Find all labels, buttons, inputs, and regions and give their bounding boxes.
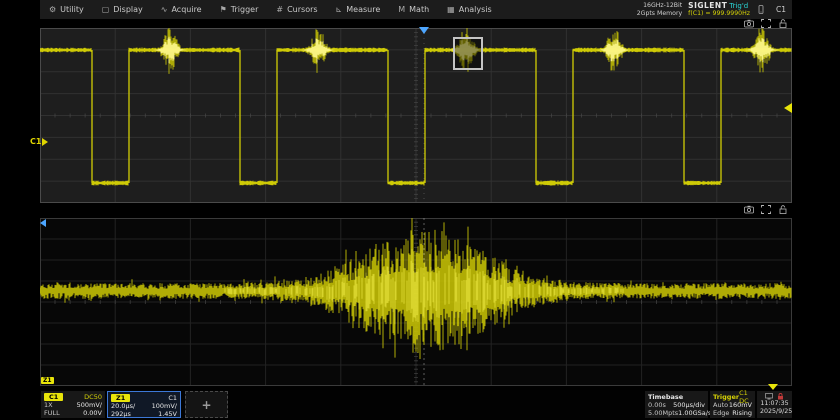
zoom-waveform-grid[interactable]: Z1 — [40, 218, 792, 386]
menu-cursors[interactable]: # Cursors — [267, 0, 326, 19]
timebase-points: 5.00Mpts — [648, 409, 678, 417]
menu-display-label: Display — [113, 5, 143, 14]
menu-bar: ⚙ Utility ▢Display ∿Acquire ⚑ Trigger # Cur… — [40, 0, 792, 19]
timebase-scale: 500µs/div — [673, 401, 705, 409]
clock-panel: 11:07:35 2025/9/25 — [757, 391, 792, 418]
system-memory: 2Gpts Memory — [637, 10, 682, 18]
expand-icon[interactable] — [761, 19, 771, 28]
math-icon: M — [398, 5, 405, 14]
menu-measure[interactable]: ⊾Measure — [327, 0, 390, 19]
channel1-coupling: DC50 — [84, 393, 102, 401]
security-lock-icon — [777, 393, 784, 400]
brand-logo: SIGLENT — [688, 2, 727, 10]
system-bandwidth: 16GHz-12Bit — [637, 2, 682, 10]
plus-icon: + — [201, 398, 211, 412]
right-triangle-icon — [42, 138, 48, 146]
trigger-level-indicator[interactable] — [784, 103, 792, 113]
camera-icon[interactable] — [744, 19, 754, 28]
channel1-offset: 0.00V — [83, 409, 102, 417]
menu-math-label: Math — [409, 5, 429, 14]
trigger-position-indicator[interactable] — [419, 27, 429, 34]
channel1-probe: 1X — [44, 401, 53, 409]
channel-offset-label: C1 — [30, 137, 41, 146]
oscilloscope-ui: ⚙ Utility ▢Display ∿Acquire ⚑ Trigger # Cur… — [0, 0, 840, 420]
camera-icon[interactable] — [744, 205, 754, 214]
network-icon — [765, 393, 773, 400]
clock-time: 11:07:35 — [760, 400, 789, 408]
menu-analysis-label: Analysis — [459, 5, 492, 14]
gear-icon: ⚙ — [49, 5, 56, 14]
channel1-bandwidth: FULL — [44, 409, 60, 417]
timebase-delay: 0.00s — [648, 401, 666, 409]
wave-icon: ∿ — [161, 5, 168, 14]
menu-math[interactable]: M Math — [389, 0, 438, 19]
channel-selector-button[interactable]: C1 — [772, 5, 790, 14]
zoom1-source: C1 — [168, 394, 177, 402]
channel1-badge: C1 — [44, 393, 63, 401]
trigger-panel[interactable]: Trigger C1 DC Auto160mV EdgeRising — [710, 391, 755, 418]
timebase-panel[interactable]: Timebase 0.00s 500µs/div 5.00Mpts1.00GSa/… — [645, 391, 708, 418]
channel1-scale: 500mV/ — [77, 401, 102, 409]
zoom-offset-marker[interactable] — [40, 219, 46, 227]
channel-offset-marker[interactable]: C1 — [30, 137, 48, 146]
main-waveform — [40, 28, 792, 203]
menu-display[interactable]: ▢Display — [93, 0, 152, 19]
zoom1-timescale: 20.0µs/ — [111, 402, 135, 410]
phone-icon[interactable] — [756, 5, 766, 14]
descriptor-bar: C1 DC50 1X 500mV/ FULL 0.00V Z1 C1 20.0µs/… — [40, 390, 792, 420]
lock-icon[interactable] — [778, 205, 788, 214]
timebase-samplerate: 1.00GSa/s — [678, 409, 711, 417]
analysis-icon: ▦ — [447, 5, 455, 14]
main-waveform-grid[interactable]: C1 — [40, 28, 792, 203]
frequency-counter: f(C1) = 999.9990Hz — [688, 10, 750, 18]
trigger-level: 160mV — [729, 401, 752, 409]
menu-cursors-label: Cursors — [287, 5, 317, 14]
menu-utility-label: Utility — [60, 5, 84, 14]
grid1-toolbar — [744, 19, 788, 28]
menu-analysis[interactable]: ▦ Analysis — [438, 0, 501, 19]
flag-icon: ⚑ — [220, 5, 227, 14]
menu-measure-label: Measure — [346, 5, 380, 14]
trigger-type: Edge — [713, 409, 729, 417]
menu-trigger[interactable]: ⚑ Trigger — [211, 0, 268, 19]
menu-trigger-label: Trigger — [231, 5, 259, 14]
trigger-slope: Rising — [732, 409, 752, 417]
zoom1-delay: 292µs — [111, 410, 131, 418]
timebase-title: Timebase — [648, 393, 683, 401]
lock-icon[interactable] — [778, 19, 788, 28]
menu-acquire-label: Acquire — [171, 5, 201, 14]
expand-icon[interactable] — [761, 205, 771, 214]
menu-utility[interactable]: ⚙ Utility — [40, 0, 93, 19]
measure-icon: ⊾ — [336, 5, 343, 14]
grid2-toolbar — [744, 205, 788, 214]
zoom1-badge: Z1 — [111, 394, 130, 402]
trigger-mode: Auto — [713, 401, 728, 409]
zoom1-descriptor[interactable]: Z1 C1 20.0µs/100mV/ 292µs 1.45V — [107, 391, 181, 418]
zoom1-scale: 100mV/ — [152, 402, 177, 410]
zoom-window[interactable] — [453, 37, 483, 70]
clock-date: 2025/9/25 — [760, 408, 789, 416]
channel1-descriptor[interactable]: C1 DC50 1X 500mV/ FULL 0.00V — [41, 391, 105, 418]
add-channel-button[interactable]: + — [185, 391, 228, 418]
zoom1-offset: 1.45V — [158, 410, 177, 418]
menu-acquire[interactable]: ∿Acquire — [152, 0, 211, 19]
trigger-status-badge: Trig'd — [729, 2, 748, 10]
display-icon: ▢ — [102, 5, 110, 14]
cursors-icon: # — [276, 5, 283, 14]
system-info: 16GHz-12Bit 2Gpts Memory — [637, 2, 682, 18]
trigger-title: Trigger — [713, 393, 739, 401]
z1-badge: Z1 — [41, 377, 54, 384]
zoom-waveform — [40, 218, 792, 386]
scope-display: ⚙ Utility ▢Display ∿Acquire ⚑ Trigger # Cur… — [40, 0, 792, 420]
